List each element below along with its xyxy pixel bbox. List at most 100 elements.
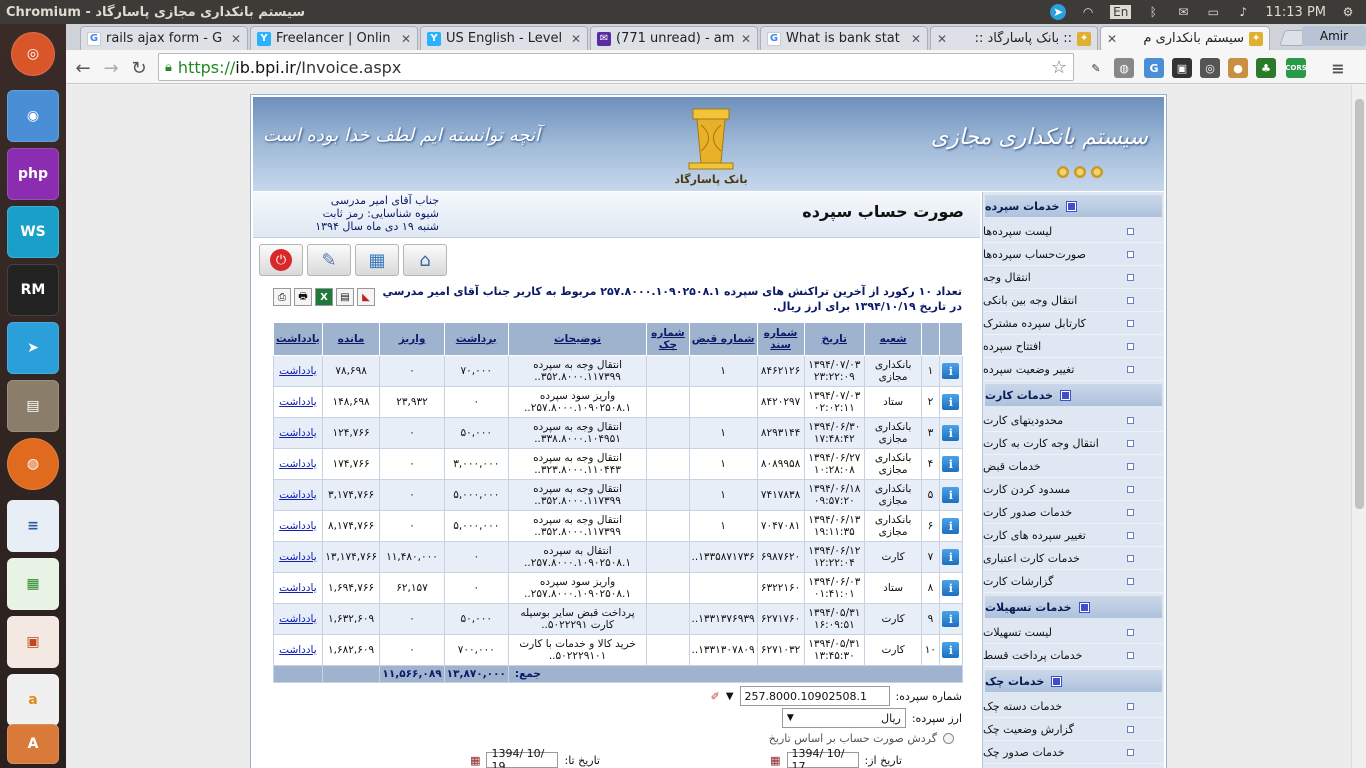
col-branch[interactable]: شعبه xyxy=(864,322,923,356)
note-link[interactable]: یادداشت xyxy=(279,396,317,408)
cors-extension-icon[interactable]: CORS xyxy=(1285,58,1307,78)
document-icon[interactable]: ▤ xyxy=(336,288,354,306)
keyboard-layout[interactable]: En xyxy=(1110,5,1132,19)
sidebar-item-transfer[interactable]: انتقال وجه xyxy=(983,266,1164,289)
profile-button[interactable]: Amir xyxy=(1302,26,1366,46)
menu-icon[interactable]: ≡ xyxy=(1328,58,1348,78)
sidebar-item-deposit-list[interactable]: لیست سپرده‌ها xyxy=(983,220,1164,243)
tab-rails-ajax[interactable]: G rails ajax form - G ✕ xyxy=(80,26,248,50)
col-withdraw[interactable]: برداشت xyxy=(443,322,509,356)
close-tab-icon[interactable]: ✕ xyxy=(401,32,411,46)
sidebar-head-loans[interactable]: خدمات تسهیلات xyxy=(985,596,1162,618)
info-icon[interactable]: i xyxy=(942,611,960,627)
note-link[interactable]: یادداشت xyxy=(279,427,317,439)
sidebar-item-open-deposit[interactable]: افتتاح سپرده xyxy=(983,335,1164,358)
scrollbar-thumb[interactable] xyxy=(1355,99,1364,509)
back-icon[interactable]: ← xyxy=(72,57,94,79)
volume-icon[interactable]: ♪ xyxy=(1235,4,1251,20)
webstorm-icon[interactable]: WS xyxy=(7,206,59,258)
bookmark-star-icon[interactable]: ☆ xyxy=(1051,57,1067,78)
globe-extension-icon[interactable]: ◍ xyxy=(1114,58,1134,78)
reel-extension-icon[interactable]: ◎ xyxy=(1200,58,1220,78)
info-icon[interactable]: i xyxy=(942,394,960,410)
lock-icon[interactable]: 🔒︎ xyxy=(165,60,172,75)
telegram-tray-icon[interactable]: ➤ xyxy=(1050,4,1067,20)
wifi-icon[interactable]: ◠ xyxy=(1080,4,1096,20)
col-date[interactable]: تاریخ xyxy=(803,322,866,356)
close-tab-icon[interactable]: ✕ xyxy=(231,32,241,46)
info-icon[interactable]: i xyxy=(942,580,960,596)
sidebar-item-card-issue[interactable]: خدمات صدور کارت xyxy=(983,501,1164,524)
info-icon[interactable]: i xyxy=(942,518,960,534)
address-bar[interactable]: 🔒︎ https:// ib.bpi.ir /Invoice.aspx ☆ xyxy=(158,53,1074,81)
close-tab-icon[interactable]: ✕ xyxy=(571,32,581,46)
note-link[interactable]: یادداشت xyxy=(279,520,317,532)
tab-freelancer[interactable]: Y Freelancer | Onlin ✕ xyxy=(250,26,418,50)
close-tab-icon[interactable]: ✕ xyxy=(937,32,947,46)
sidebar-head-deposit[interactable]: خدمات سپرده xyxy=(985,195,1162,217)
sidebar-item-change-deposit-status[interactable]: تغییر وضعیت سپرده xyxy=(983,358,1164,381)
phpstorm-icon[interactable]: php xyxy=(7,148,59,200)
close-tab-icon[interactable]: ✕ xyxy=(741,32,751,46)
pdf-icon[interactable]: ◣ xyxy=(357,288,375,306)
sidebar-item-loan-list[interactable]: لیست تسهیلات xyxy=(983,621,1164,644)
sidebar-item-cheque-issue[interactable]: خدمات صدور چک xyxy=(983,741,1164,764)
calc-icon[interactable]: ▦ xyxy=(7,558,59,610)
info-icon[interactable]: i xyxy=(942,425,960,441)
account-input[interactable]: 257.8000.10902508.1 xyxy=(739,686,890,706)
info-icon[interactable]: i xyxy=(942,363,960,379)
note-link[interactable]: یادداشت xyxy=(279,613,317,625)
note-link[interactable]: یادداشت xyxy=(279,489,317,501)
sidebar-item-block-card[interactable]: مسدود کردن کارت xyxy=(983,478,1164,501)
file-manager-icon[interactable]: ▤ xyxy=(7,380,59,432)
calculator-button[interactable]: ▦ xyxy=(355,244,399,276)
excel-icon[interactable]: X xyxy=(315,288,333,306)
ubuntu-dash-icon[interactable]: ◎ xyxy=(11,32,55,76)
tab-yahoo-mail[interactable]: ✉ (771 unread) - am ✕ xyxy=(590,26,758,50)
amazon-icon[interactable]: a xyxy=(7,674,59,726)
sidebar-head-cheque[interactable]: خدمات چک xyxy=(985,670,1162,692)
note-link[interactable]: یادداشت xyxy=(279,551,317,563)
power-gear-icon[interactable]: ⚙ xyxy=(1340,4,1356,20)
battery-icon[interactable]: ▭ xyxy=(1205,4,1221,20)
sidebar-head-card[interactable]: خدمات کارت xyxy=(985,384,1162,406)
to-date-input[interactable]: 1394/ 10/ 19 xyxy=(486,747,559,768)
col-note[interactable]: یادداشت xyxy=(273,322,323,356)
col-description[interactable]: توضیحات xyxy=(507,322,648,356)
info-icon[interactable]: i xyxy=(942,456,960,472)
clock[interactable]: 11:13 PM xyxy=(1265,5,1326,20)
sidebar-item-card-limits[interactable]: محدودیتهای کارت xyxy=(983,409,1164,432)
chromium-icon[interactable]: ◉ xyxy=(7,90,59,142)
software-center-icon[interactable]: A xyxy=(7,724,59,764)
sidebar-item-chequebook[interactable]: خدمات دسته چک xyxy=(983,695,1164,718)
sidebar-item-card-deposits[interactable]: تغییر سپرده های کارت xyxy=(983,524,1164,547)
from-date-input[interactable]: 1394/ 10/ 17 xyxy=(786,747,859,768)
col-cheque[interactable]: شماره چک xyxy=(646,322,690,356)
edit-button[interactable]: ✎ xyxy=(307,244,351,276)
calendar-icon[interactable]: ▦ xyxy=(770,754,780,767)
note-link[interactable]: یادداشت xyxy=(279,644,317,656)
sidebar-item-joint-deposit[interactable]: کارتابل سپرده مشترک xyxy=(983,312,1164,335)
bluetooth-icon[interactable]: ᛒ xyxy=(1145,4,1161,20)
eraser-icon[interactable]: ✐ xyxy=(711,690,720,703)
telegram-icon[interactable]: ➤ xyxy=(7,322,59,374)
sidebar-item-card-reports[interactable]: گزارشات کارت xyxy=(983,570,1164,593)
note-link[interactable]: یادداشت xyxy=(279,365,317,377)
calendar-icon[interactable]: ▦ xyxy=(470,754,480,767)
sidebar-item-cheque-status[interactable]: گزارش وضعیت چک xyxy=(983,718,1164,741)
print-icon[interactable]: 🖶︎ xyxy=(294,288,312,306)
mail-tray-icon[interactable]: ✉ xyxy=(1175,4,1191,20)
page-scrollbar[interactable] xyxy=(1351,85,1366,768)
sidebar-item-installment[interactable]: خدمات پرداخت قسط xyxy=(983,644,1164,667)
home-button[interactable]: ⌂ xyxy=(403,244,447,276)
translate-icon[interactable]: G xyxy=(1144,58,1164,78)
info-icon[interactable]: i xyxy=(942,487,960,503)
firefox-icon[interactable]: ◍ xyxy=(7,438,59,490)
tab-virtual-banking[interactable]: ✦ سیستم بانکداری م ✕ xyxy=(1100,26,1270,50)
col-balance[interactable]: مانده xyxy=(321,322,381,356)
sidebar-item-credit-card[interactable]: خدمات کارت اعتباری xyxy=(983,547,1164,570)
logout-button[interactable]: ⏻ xyxy=(259,244,303,276)
print-preview-icon[interactable]: ⎙ xyxy=(273,288,291,306)
writer-icon[interactable]: ≡ xyxy=(7,500,59,552)
sidebar-item-card-to-card[interactable]: انتقال وجه کارت به کارت xyxy=(983,432,1164,455)
